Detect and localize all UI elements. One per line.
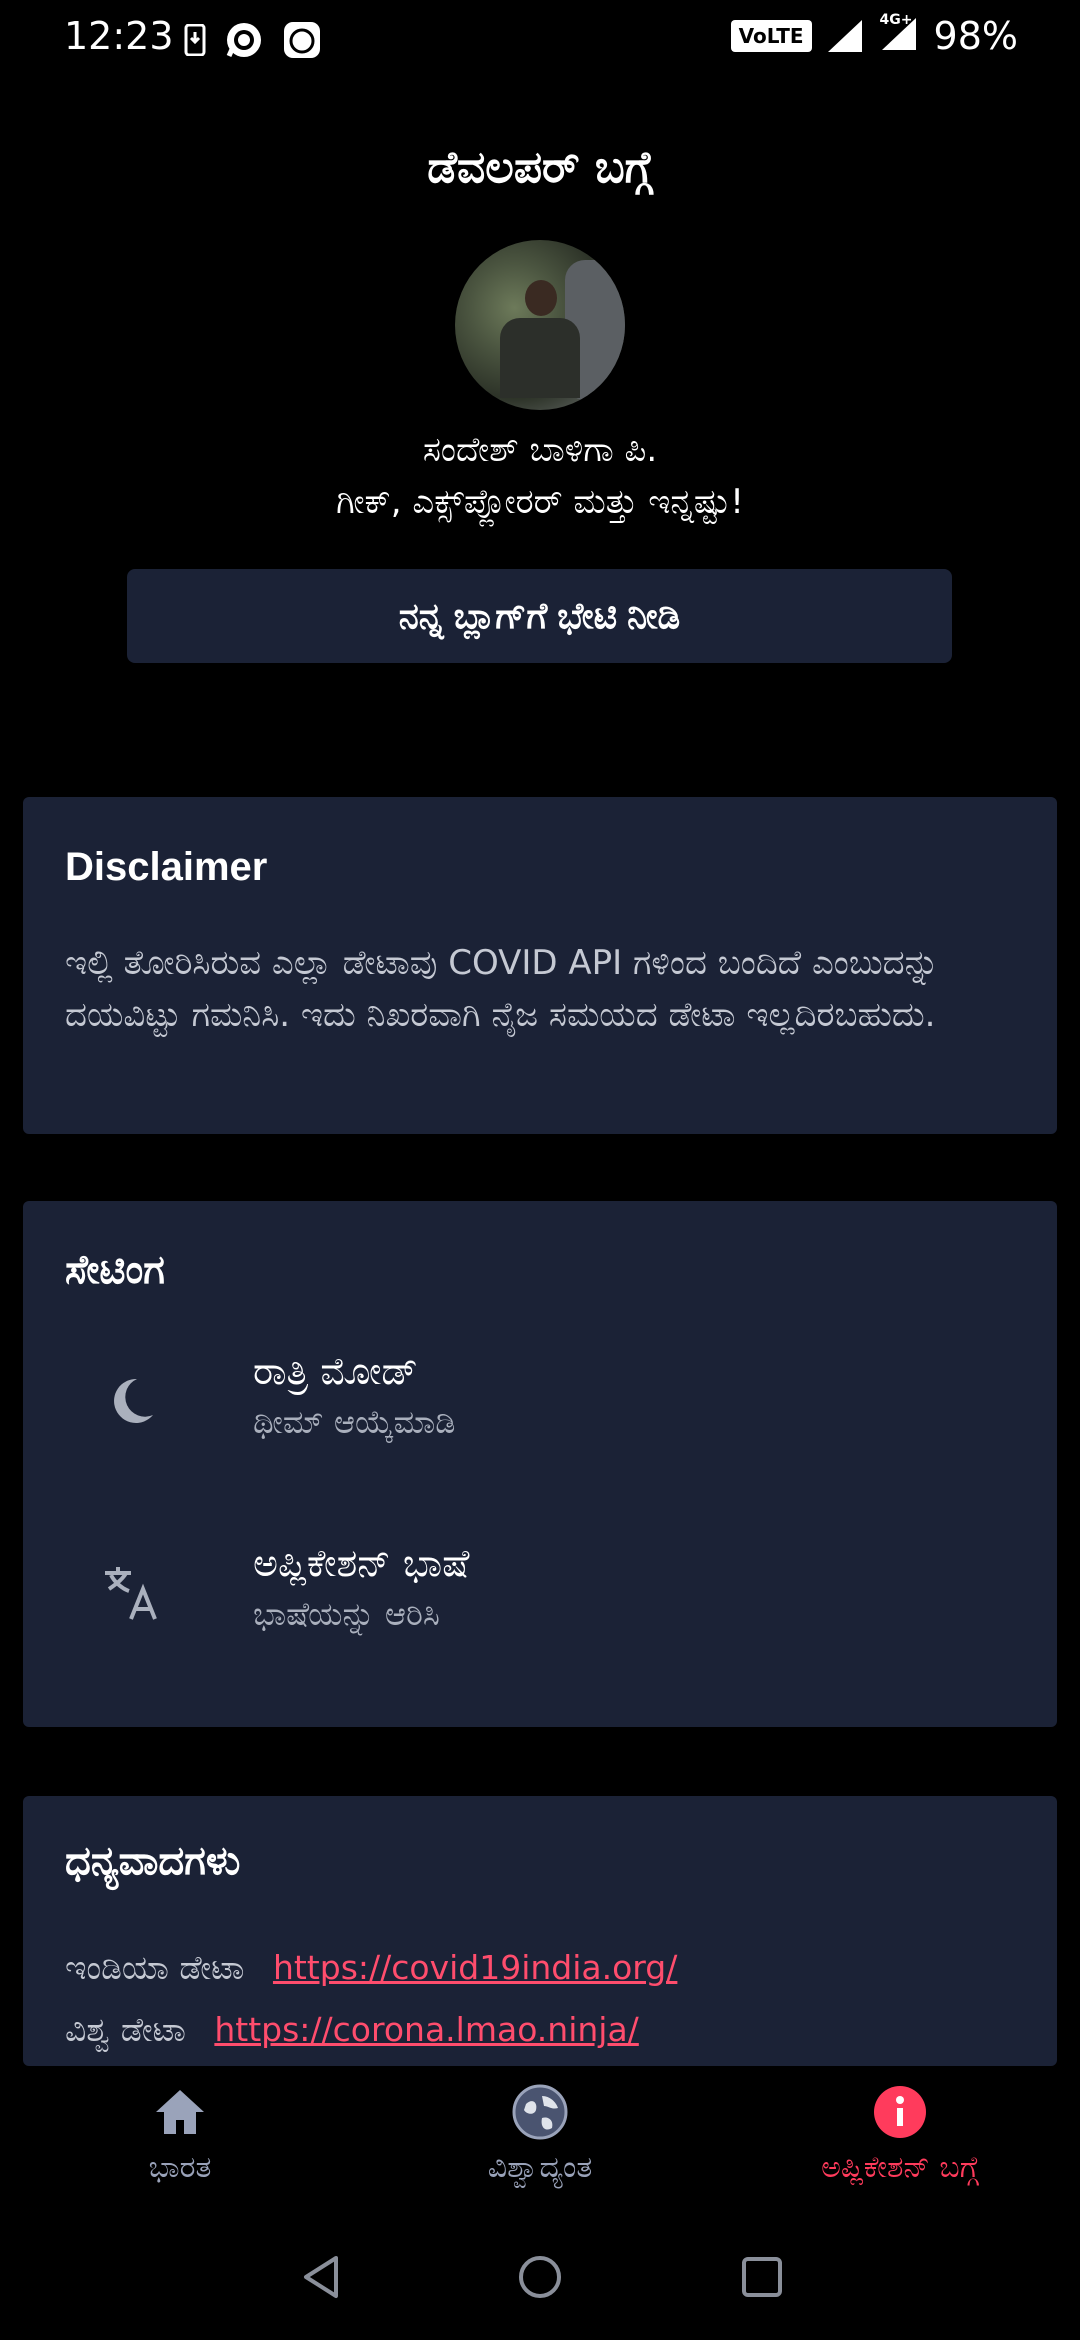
world-data-link[interactable]: https://corona.lmao.ninja/ <box>214 2010 638 2049</box>
page-title: ಡೆವಲಪರ್ ಬಗ್ಗೆ <box>427 142 653 193</box>
battery-level: 98% <box>933 14 1018 58</box>
setting-night-mode[interactable]: ರಾತ್ರಿ ಮೋಡ್ ಥೀಮ್ ಆಯ್ಕೆಮಾಡಿ <box>23 1331 1057 1481</box>
thanks-world-label: ವಿಶ್ವ ಡೇಟಾ <box>65 2010 186 2049</box>
signal-icon <box>827 20 862 52</box>
thanks-row-india: ಇಂಡಿಯಾ ಡೇಟಾ https://covid19india.org/ <box>65 1948 677 1988</box>
developer-tagline: ಗೀಕ್, ಎಕ್ಸ್‌ಪ್ಲೋರರ್ ಮತ್ತು ಇನ್ನಷ್ಟು! <box>336 482 744 522</box>
volte-badge: VoLTE <box>730 20 812 52</box>
home-circle-icon[interactable] <box>515 2252 565 2302</box>
status-right: VoLTE 4G+ 98% <box>730 12 1018 58</box>
nav-about-app[interactable]: ಅಪ್ಲಿಕೇಶನ್ ಬಗ್ಗೆ <box>780 2084 1020 2185</box>
disclaimer-text: ಇಲ್ಲಿ ತೋರಿಸಿರುವ ಎಲ್ಲಾ ಡೇಟಾವು COVID API ಗ… <box>65 943 939 1035</box>
thanks-india-label: ಇಂಡಿಯಾ ಡೇಟಾ <box>65 1948 245 1987</box>
notification-icons <box>184 20 322 60</box>
nav-worldwide-label: ವಿಶ್ವಾದ್ಯಂತ <box>487 2150 593 2185</box>
disclaimer-card: Disclaimer ಇಲ್ಲಿ ತೋರಿಸಿರುವ ಎಲ್ಲಾ ಡೇಟಾವು … <box>23 797 1057 1134</box>
network-type-label: 4G+ <box>879 12 913 28</box>
recents-icon[interactable] <box>737 2252 787 2302</box>
disclaimer-title: Disclaimer <box>65 845 268 889</box>
bottom-nav: ಭಾರತ ವಿಶ್ವಾದ್ಯಂತ ಅಪ್ಲಿಕೇಶನ್ ಬಗ್ಗೆ <box>0 2066 1080 2216</box>
setting-night-mode-subtitle: ಥೀಮ್ ಆಯ್ಕೆಮಾಡಿ <box>253 1403 456 1441</box>
thanks-row-world: ವಿಶ್ವ ಡೇಟಾ https://corona.lmao.ninja/ <box>65 2010 639 2050</box>
system-nav-bar <box>0 2216 1080 2340</box>
developer-name: ಸಂದೇಶ್ ಬಾಳಿಗಾ ಪಿ. <box>422 430 658 470</box>
setting-app-language[interactable]: ಅಪ್ಲಿಕೇಶನ್ ಭಾಷೆ ಭಾಷೆಯನ್ನು ಆರಿಸಿ <box>23 1523 1057 1673</box>
mi-app-icon <box>284 22 320 58</box>
nav-about-app-label: ಅಪ್ಲಿಕೇಶನ್ ಬಗ್ಗೆ <box>821 2150 979 2185</box>
thanks-title: ಧನ್ಯವಾದಗಳು <box>65 1838 241 1884</box>
nav-india-label: ಭಾರತ <box>148 2150 212 2185</box>
settings-title: ಸೇಟಿಂಗ <box>65 1247 165 1293</box>
home-icon <box>156 2090 204 2134</box>
back-icon[interactable] <box>296 2252 346 2302</box>
setting-app-language-title: ಅಪ್ಲಿಕೇಶನ್ ಭಾಷೆ <box>253 1541 470 1585</box>
nav-india[interactable]: ಭಾರತ <box>130 2084 230 2185</box>
translate-icon <box>105 1567 157 1620</box>
status-bar: 12:23 VoLTE 4G+ 98% <box>0 0 1080 80</box>
setting-night-mode-title: ರಾತ್ರಿ ಮೋಡ್ <box>253 1349 418 1393</box>
settings-card: ಸೇಟಿಂಗ ರಾತ್ರಿ ಮೋಡ್ ಥೀಮ್ ಆಯ್ಕೆಮಾಡಿ ಅಪ್ಲಿಕ… <box>23 1201 1057 1727</box>
india-data-link[interactable]: https://covid19india.org/ <box>273 1948 677 1987</box>
thanks-card: ಧನ್ಯವಾದಗಳು ಇಂಡಿಯಾ ಡೇಟಾ https://covid19in… <box>23 1796 1057 2066</box>
whatsapp-icon <box>226 23 261 58</box>
visit-blog-button[interactable]: ನನ್ನ ಬ್ಲಾಗ್‌ಗೆ ಭೇಟಿ ನೀಡಿ <box>127 569 952 663</box>
status-time: 12:23 <box>64 14 174 58</box>
info-icon <box>874 2086 926 2138</box>
phone-download-icon <box>184 24 206 56</box>
developer-avatar <box>455 240 625 410</box>
moon-icon <box>114 1378 153 1423</box>
setting-app-language-subtitle: ಭಾಷೆಯನ್ನು ಆರಿಸಿ <box>253 1595 440 1633</box>
signal-4g: 4G+ <box>880 12 920 56</box>
globe-icon <box>512 2084 568 2140</box>
nav-worldwide[interactable]: ವಿಶ್ವಾದ್ಯಂತ <box>440 2084 640 2185</box>
